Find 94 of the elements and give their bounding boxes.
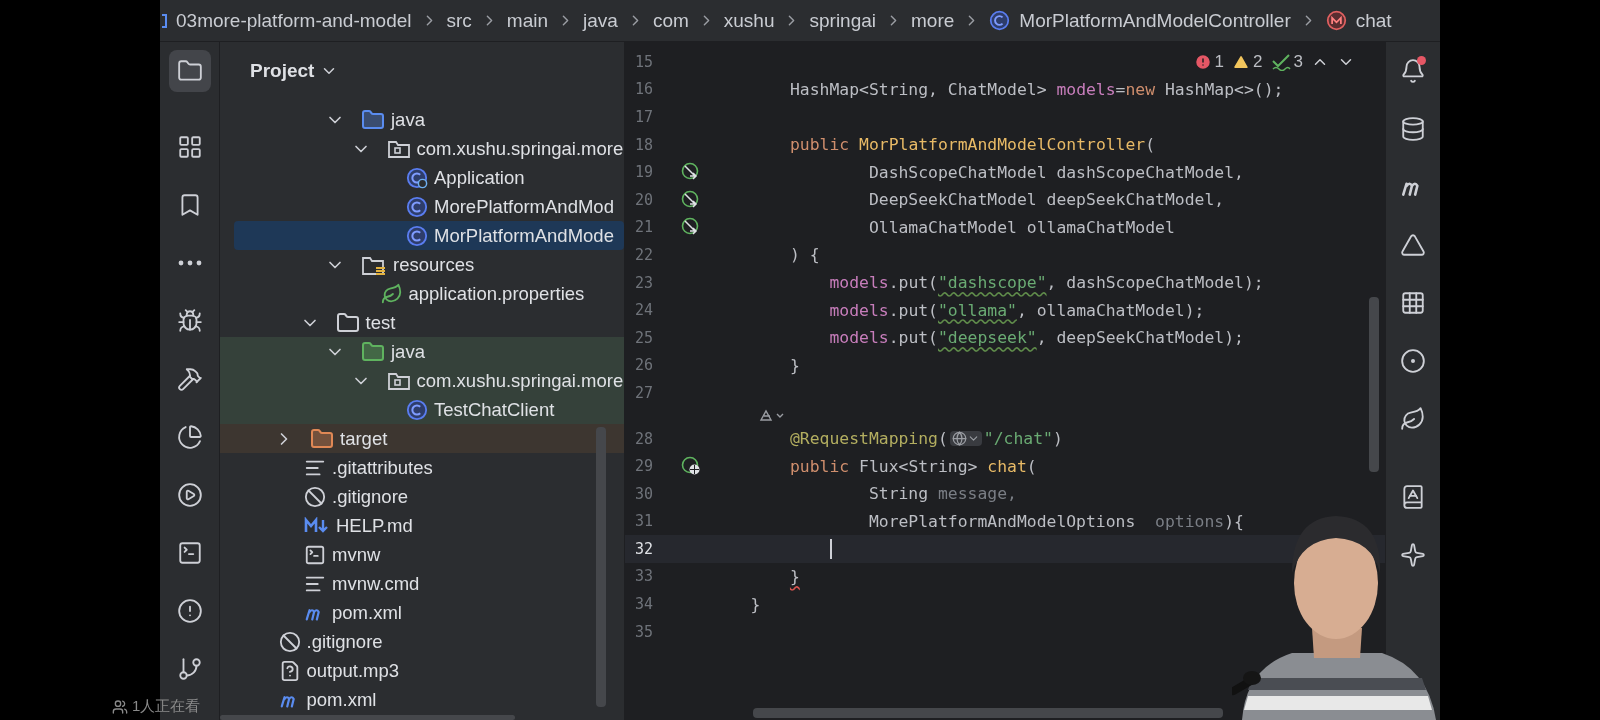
line-number: 27 (634, 383, 655, 402)
tree-item[interactable]: .gitignore (220, 482, 624, 511)
tree-item[interactable]: HELP.md (220, 511, 624, 540)
tree-item[interactable]: com.xushu.springai.more (220, 366, 624, 395)
code-line: String message, (867, 484, 1017, 504)
tree-item[interactable]: test (220, 308, 624, 337)
code-line: models.put("ollama", ollamaChatModel); (828, 300, 1205, 320)
tree-item[interactable]: .gitignore (220, 627, 624, 656)
tree-item-label: application.properties (408, 282, 585, 305)
tree-item[interactable]: java (220, 337, 624, 366)
line-number: 34 (634, 595, 655, 614)
tree-item[interactable]: pom.xml (220, 598, 624, 627)
panel-title[interactable]: Project (250, 60, 315, 82)
breadcrumb[interactable]: chat (1355, 9, 1392, 32)
code-line: ) { (788, 245, 820, 265)
code-line: OllamaChatModel ollamaChatModel (867, 217, 1175, 237)
line-number: 29 (634, 457, 655, 476)
tree-item-label: resources (393, 253, 475, 276)
breadcrumb[interactable]: src (446, 9, 472, 32)
line-number: 24 (634, 301, 655, 320)
tree-item[interactable]: mvnw (220, 540, 624, 569)
tree-item-label: TestChatClient (434, 398, 555, 421)
viewer-count: 1人正在看 (132, 697, 201, 716)
breadcrumb[interactable]: 03more-platform-and-model (176, 9, 412, 32)
code-line: models.put("deepseek", deepSeekChatModel); (828, 328, 1244, 348)
tree-item-label: Application (434, 166, 525, 189)
line-number: 17 (634, 108, 655, 126)
tree-item-label: mvnw (332, 543, 381, 566)
tree-item-label: .gitignore (306, 630, 383, 653)
tree-item[interactable]: output.mp3 (220, 656, 624, 685)
breadcrumb[interactable]: com (652, 9, 689, 32)
tree-item-label: mvnw.cmd (332, 572, 420, 595)
tree-item-label: test (365, 311, 396, 334)
tree-item[interactable]: resources (220, 250, 624, 279)
line-number: 15 (634, 52, 655, 71)
tree-item[interactable]: .gitattributes (220, 453, 624, 482)
tree-item[interactable]: com.xushu.springai.more (220, 134, 624, 163)
line-number: 26 (634, 356, 655, 375)
error-count[interactable]: 1 (1193, 52, 1225, 72)
tree-item-label: pom.xml (332, 601, 402, 624)
tree-item[interactable]: target (220, 424, 624, 453)
tree-item[interactable]: Application (220, 163, 624, 192)
breadcrumb[interactable]: xushu (723, 9, 775, 32)
tree-item-label: MorPlatformAndMode (434, 224, 614, 247)
line-number: 35 (634, 622, 655, 641)
code-line: } (749, 594, 761, 614)
line-number: 22 (634, 245, 655, 264)
code-line: public MorPlatformAndModelController( (788, 135, 1156, 155)
tree-item-label: MorePlatformAndMod (434, 195, 614, 218)
breadcrumb[interactable]: MorPlatformAndModelController (1019, 9, 1291, 32)
tree-item-label: java (391, 108, 425, 131)
line-number: 23 (634, 273, 655, 292)
line-number: 32 (634, 539, 655, 558)
tree-item-label: java (391, 340, 425, 363)
code-line: } (788, 567, 800, 586)
tree-item[interactable]: MorPlatformAndMode (234, 221, 624, 250)
line-number: 18 (634, 135, 655, 154)
breadcrumb[interactable]: springai (809, 9, 877, 32)
line-number: 33 (634, 567, 655, 586)
breadcrumb[interactable]: more (911, 9, 955, 32)
tree-item-label: com.xushu.springai.more (416, 369, 624, 392)
tree-item-label: .gitattributes (332, 456, 433, 479)
line-number: 16 (634, 80, 655, 99)
code-line: HashMap<String, ChatModel> models=new HashMap<>(); (788, 79, 1284, 99)
code-line: DeepSeekChatModel deepSeekChatModel, (867, 190, 1225, 210)
code-line: MorePlatformAndModelOptions options){ (867, 511, 1244, 531)
line-number: 20 (634, 190, 655, 209)
tree-item-label: HELP.md (336, 514, 413, 537)
line-number: 25 (634, 328, 655, 347)
code-line: DashScopeChatModel dashScopeChatModel, (867, 162, 1244, 182)
line-number: 19 (634, 163, 655, 182)
tree-item[interactable]: application.properties (220, 279, 624, 308)
tree-item-label: target (340, 427, 388, 450)
weak-warning-count[interactable]: 3 (1270, 52, 1303, 72)
tree-item[interactable]: TestChatClient (220, 395, 624, 424)
tree-item-label: output.mp3 (306, 659, 400, 682)
code-line: public Flux<String> chat( (788, 456, 1037, 476)
tree-item[interactable]: mvnw.cmd (220, 569, 624, 598)
tree-item[interactable]: MorePlatformAndMod (220, 192, 624, 221)
tree-item-label: pom.xml (306, 688, 377, 711)
tree-item[interactable]: pom.xml (220, 685, 624, 714)
line-number: 30 (634, 484, 655, 503)
line-number: 31 (634, 512, 655, 531)
code-line: @RequestMapping( "/chat") (788, 429, 1063, 448)
code-line: models.put("dashscope", dashScopeChatModel); (828, 273, 1264, 293)
line-number: 21 (634, 218, 655, 237)
breadcrumb[interactable]: main (506, 9, 548, 32)
code-line: } (788, 355, 800, 375)
tree-item[interactable]: java (220, 105, 624, 134)
breadcrumb[interactable]: java (583, 9, 618, 32)
tree-item-label: com.xushu.springai.more (416, 137, 624, 160)
warning-count[interactable]: 2 (1232, 52, 1263, 72)
tree-item-label: .gitignore (332, 485, 409, 508)
line-number: 28 (634, 429, 655, 448)
